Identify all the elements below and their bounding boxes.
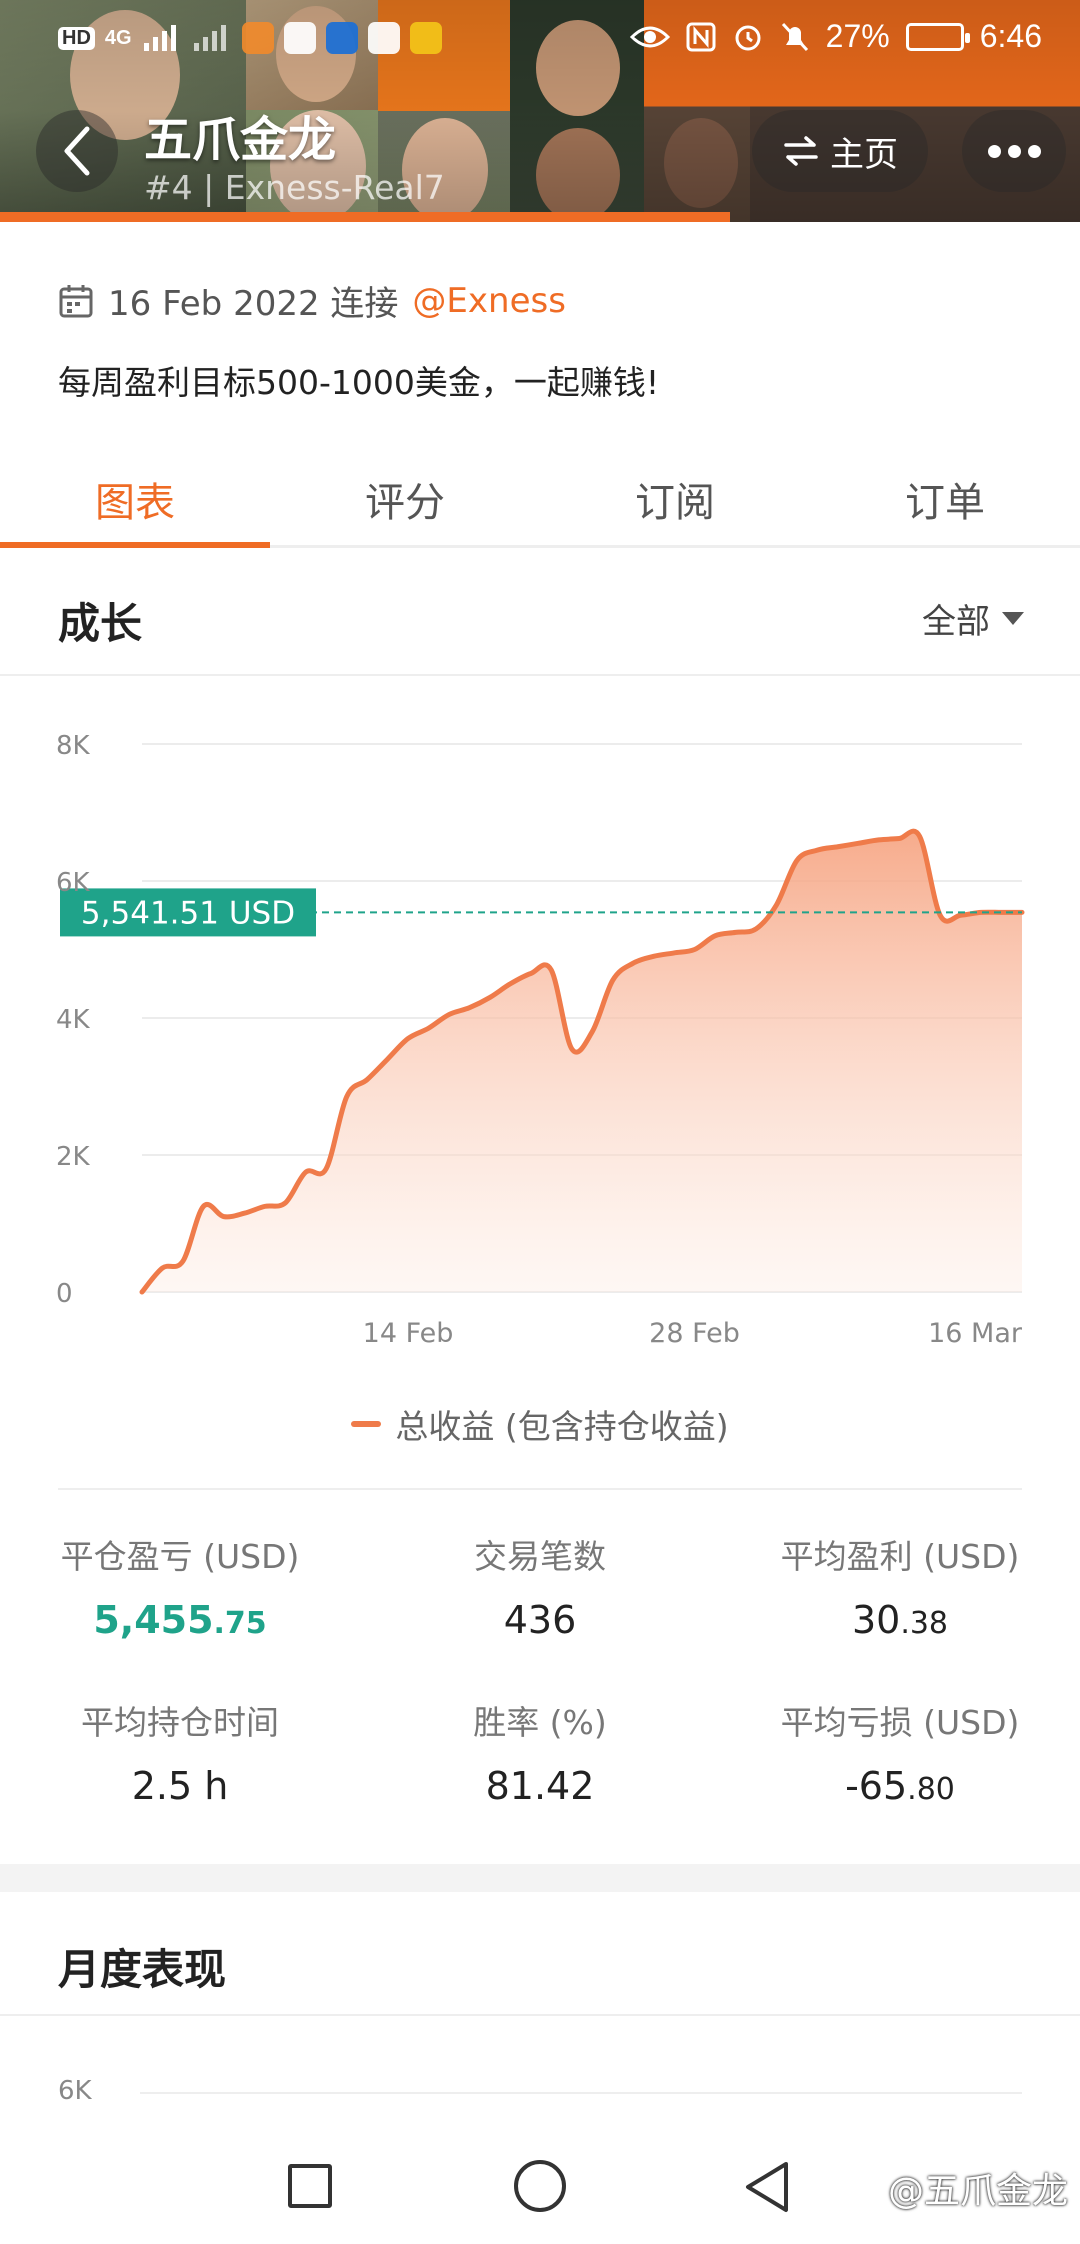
stat-value: 5,455.75: [93, 1598, 267, 1642]
stat-label: 平均亏损 (USD): [780, 1703, 1020, 1742]
y-tick-label: 4K: [56, 1005, 91, 1035]
battery-icon: [905, 22, 970, 51]
stat-avg-hold-time: 平均持仓时间 2.5 h: [0, 1696, 360, 1808]
y-tick-label: 2K: [56, 1142, 91, 1172]
bell-muted-icon: [781, 22, 808, 51]
connected-date: 16 Feb 2022 连接: [108, 284, 399, 324]
y-tick-label: 8K: [56, 731, 91, 761]
stat-label: 平均持仓时间: [81, 1703, 279, 1742]
more-dots-icon: [987, 144, 1001, 158]
stat-avg-loss: 平均亏损 (USD) -65.80: [720, 1696, 1080, 1808]
status-bar: HD 4G 27% 6:46: [0, 0, 1080, 80]
broker-link[interactable]: @Exness: [412, 281, 566, 321]
home-button[interactable]: 主页: [752, 110, 928, 192]
back-triangle-icon[interactable]: [742, 2160, 792, 2214]
notification-app-icon: [325, 22, 358, 54]
recent-apps-button[interactable]: [288, 2164, 332, 2208]
section-separator: [0, 1864, 1080, 1892]
notification-app-icon: [283, 22, 316, 54]
monthly-title: 月度表现: [58, 1945, 227, 1994]
stat-value: 30.38: [851, 1598, 949, 1642]
x-tick-label: 28 Feb: [649, 1318, 740, 1349]
range-dropdown[interactable]: 全部: [922, 594, 1024, 643]
back-button[interactable]: [36, 110, 118, 192]
growth-chart-svg: 5,541.51 USD 0 2K 4K 6K 8K 14 Feb 28 Feb 16 Mar: [56, 731, 1025, 1349]
stat-value: 81.42: [485, 1764, 595, 1808]
tab-bar: 图表 评分 订阅 订单: [0, 450, 1080, 548]
strategy-description: 每周盈利目标500-1000美金，一起赚钱!: [58, 363, 660, 402]
chart-legend: 总收益 (包含持仓收益): [0, 1400, 1080, 1448]
stat-label: 胜率 (%): [473, 1703, 607, 1742]
notification-app-icon: [241, 22, 274, 54]
hd-badge: HD: [58, 26, 95, 50]
tab-chart[interactable]: 图表: [0, 450, 270, 548]
tab-subscription[interactable]: 订阅: [540, 450, 810, 545]
home-nav-button[interactable]: [514, 2160, 566, 2212]
x-tick-label: 16 Mar: [928, 1318, 1023, 1349]
stat-trade-count: 交易笔数 436: [360, 1530, 720, 1642]
home-button-label: 主页: [830, 134, 898, 175]
alarm-icon: [735, 25, 761, 50]
watermark: @五爪金龙: [887, 2171, 1068, 2212]
notification-app-icon: [409, 22, 442, 54]
monthly-axis-label: 6K: [58, 2076, 92, 2106]
y-tick-label: 6K: [56, 868, 91, 898]
calendar-icon: [59, 284, 93, 317]
banner-accent-strip: [0, 212, 730, 222]
signal-icon: [143, 25, 176, 51]
stat-value: 436: [503, 1598, 577, 1642]
growth-chart: 5,541.51 USD 0 2K 4K 6K 8K 14 Feb 28 Feb 16 Mar: [0, 700, 1080, 1360]
page-title: 五爪金龙: [144, 112, 337, 168]
connection-info: 16 Feb 2022 连接 @Exness: [58, 276, 566, 325]
signal-icon-2: [193, 25, 226, 51]
monthly-gridline: [140, 2092, 1022, 2094]
clock: 6:46: [979, 18, 1042, 54]
triangle-down-icon: [1002, 612, 1024, 625]
tab-rating[interactable]: 评分: [270, 450, 540, 545]
range-value: 全部: [922, 602, 990, 642]
legend-swatch: [351, 1421, 382, 1427]
nfc-icon: [686, 22, 716, 51]
stat-label: 平仓盈亏 (USD): [60, 1537, 300, 1576]
tab-orders[interactable]: 订单: [810, 450, 1080, 545]
divider: [58, 1488, 1022, 1490]
growth-title: 成长: [58, 599, 143, 648]
eye-icon: [629, 26, 670, 47]
monthly-header: 月度表现: [0, 1892, 1080, 2016]
stat-avg-profit: 平均盈利 (USD) 30.38: [720, 1530, 1080, 1642]
chevron-left-icon: [64, 126, 90, 176]
y-tick-label: 0: [56, 1279, 73, 1309]
stat-value: 2.5 h: [131, 1764, 229, 1808]
notification-app-icon: [367, 22, 400, 54]
x-tick-label: 14 Feb: [363, 1318, 454, 1349]
legend-label: 总收益 (包含持仓收益): [395, 1407, 729, 1446]
stat-win-rate: 胜率 (%) 81.42: [360, 1696, 720, 1808]
current-value-label: 5,541.51 USD: [81, 895, 295, 931]
account-subtitle: #4 | Exness-Real7: [144, 168, 445, 207]
growth-header: 成长 全部: [0, 552, 1080, 676]
stat-closed-pnl: 平仓盈亏 (USD) 5,455.75: [0, 1530, 360, 1642]
swap-arrows-icon: [784, 136, 818, 166]
stat-value: -65.80: [845, 1764, 955, 1808]
more-button[interactable]: [962, 110, 1066, 192]
system-nav-bar: @五爪金龙: [0, 2120, 1080, 2244]
stat-label: 平均盈利 (USD): [780, 1537, 1020, 1576]
network-type: 4G: [104, 26, 132, 49]
stat-label: 交易笔数: [474, 1537, 606, 1576]
battery-percent: 27%: [825, 18, 890, 54]
